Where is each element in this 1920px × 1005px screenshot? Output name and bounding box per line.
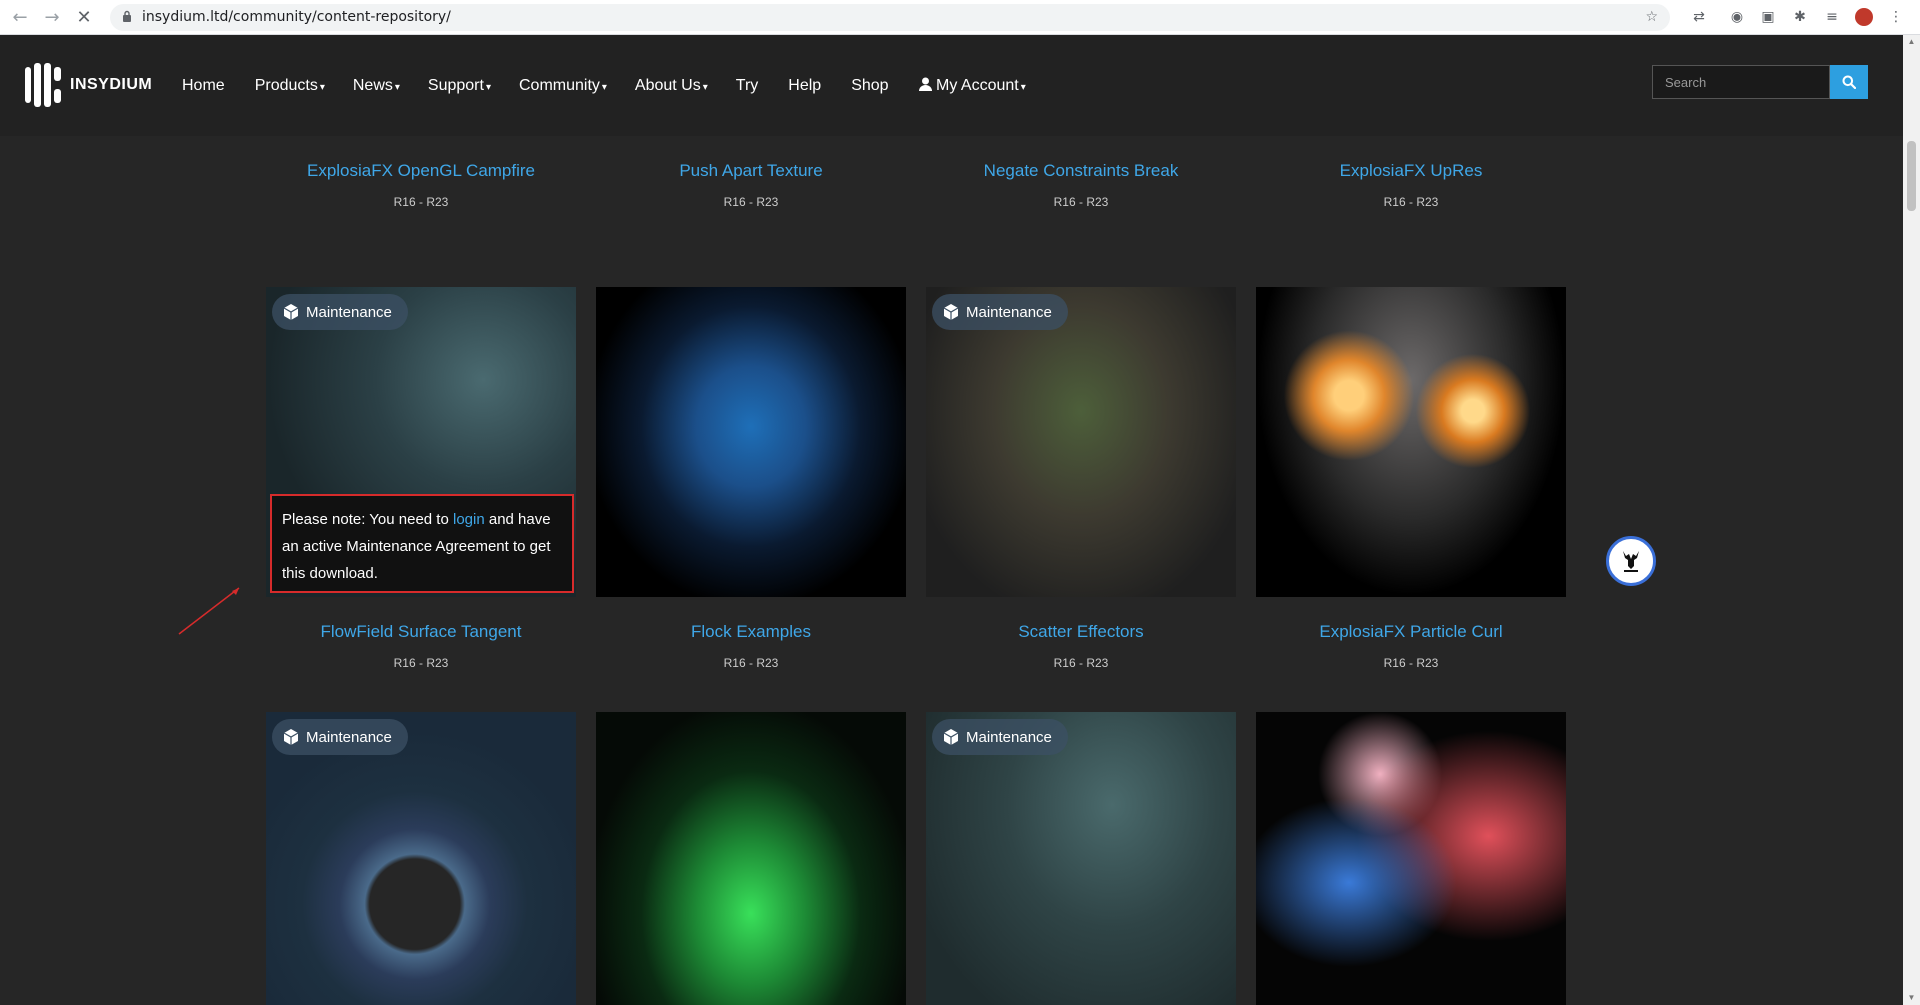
maintenance-badge-label: Maintenance — [966, 728, 1052, 746]
card-version: R16 - R23 — [1383, 195, 1439, 209]
globe-icon[interactable]: ◉ — [1728, 8, 1746, 26]
card-version: R16 - R23 — [1383, 656, 1439, 670]
scroll-down-arrow-icon[interactable]: ▼ — [1907, 993, 1916, 1002]
card-thumbnail[interactable] — [596, 287, 906, 597]
extension-icon[interactable]: ⇄ — [1690, 8, 1708, 26]
nav-support[interactable]: Support ▾ — [428, 77, 491, 95]
site-header: INSYDIUM Home Products ▾ News ▾ Support ▾ C… — [0, 35, 1903, 136]
floating-helper-button[interactable] — [1606, 536, 1656, 586]
nav-try[interactable]: Try — [736, 77, 761, 95]
extension-icon[interactable]: ▣ — [1759, 8, 1777, 26]
card-thumbnail[interactable]: Maintenance — [926, 712, 1236, 1005]
back-arrow-icon[interactable]: ← — [8, 6, 32, 30]
browser-toolbar: ← → ✕ insydium.ltd/community/content-rep… — [0, 0, 1920, 35]
maintenance-login-note: Please note: You need to login and have … — [270, 494, 574, 593]
nav-products[interactable]: Products ▾ — [255, 77, 325, 95]
user-icon — [918, 77, 932, 91]
card-title-link[interactable]: Push Apart Texture — [596, 161, 906, 181]
maintenance-badge-label: Maintenance — [966, 303, 1052, 321]
card-title-link[interactable]: Flock Examples — [596, 622, 906, 642]
card-thumbnail[interactable]: Maintenance — [266, 712, 576, 1005]
annotation-arrow-icon — [178, 587, 240, 635]
card-title-link[interactable]: FlowField Surface Tangent — [266, 622, 576, 642]
forward-arrow-icon[interactable]: → — [40, 6, 64, 30]
maintenance-badge: Maintenance — [932, 719, 1068, 755]
site-search — [1652, 65, 1868, 99]
maintenance-badge: Maintenance — [272, 719, 408, 755]
search-input[interactable] — [1652, 65, 1830, 99]
card-thumbnail[interactable] — [596, 712, 906, 1005]
maintenance-badge: Maintenance — [272, 294, 408, 330]
card-thumbnail[interactable] — [1256, 712, 1566, 1005]
scroll-thumb[interactable] — [1907, 141, 1916, 211]
nav-community[interactable]: Community ▾ — [519, 77, 607, 95]
page-scrollbar[interactable]: ▲ ▼ — [1903, 35, 1920, 1005]
deer-logo-icon — [1615, 545, 1647, 577]
card-title-link[interactable]: Scatter Effectors — [926, 622, 1236, 642]
reading-list-icon[interactable]: ≡ — [1823, 8, 1841, 26]
card-title-link[interactable]: ExplosiaFX Particle Curl — [1256, 622, 1566, 642]
stop-loading-icon[interactable]: ✕ — [72, 6, 96, 30]
nav-about-us[interactable]: About Us ▾ — [635, 77, 708, 95]
card-version: R16 - R23 — [393, 656, 449, 670]
cube-icon — [283, 304, 299, 320]
note-text: Please note: You need to — [282, 511, 453, 528]
search-icon — [1842, 75, 1856, 89]
card-title-link[interactable]: ExplosiaFX OpenGL Campfire — [266, 161, 576, 181]
nav-my-account[interactable]: My Account ▾ — [918, 77, 1026, 95]
puzzle-icon[interactable]: ✱ — [1791, 8, 1809, 26]
cube-icon — [943, 304, 959, 320]
card-version: R16 - R23 — [723, 656, 779, 670]
menu-kebab-icon[interactable]: ⋮ — [1887, 8, 1905, 26]
cube-icon — [283, 729, 299, 745]
main-nav: Home Products ▾ News ▾ Support ▾ Community ▾… — [182, 35, 1054, 136]
maintenance-badge: Maintenance — [932, 294, 1068, 330]
nav-shop[interactable]: Shop — [851, 77, 890, 95]
maintenance-badge-label: Maintenance — [306, 303, 392, 321]
nav-home[interactable]: Home — [182, 77, 227, 95]
card-title-link[interactable]: ExplosiaFX UpRes — [1256, 161, 1566, 181]
login-link[interactable]: login — [453, 511, 485, 528]
lock-icon — [123, 10, 131, 22]
maintenance-badge-label: Maintenance — [306, 728, 392, 746]
search-button[interactable] — [1830, 65, 1868, 99]
profile-avatar-icon[interactable] — [1855, 8, 1873, 26]
card-version: R16 - R23 — [723, 195, 779, 209]
card-version: R16 - R23 — [1053, 195, 1109, 209]
bookmark-star-icon[interactable]: ☆ — [1645, 9, 1658, 25]
card-thumbnail[interactable] — [1256, 287, 1566, 597]
insydium-logo[interactable]: INSYDIUM — [25, 63, 152, 107]
logo-text: INSYDIUM — [70, 76, 153, 93]
insydium-logo-mark — [25, 63, 61, 107]
url-text: insydium.ltd/community/content-repositor… — [142, 9, 451, 25]
card-thumbnail[interactable]: Maintenance — [926, 287, 1236, 597]
nav-news[interactable]: News ▾ — [353, 77, 400, 95]
scroll-up-arrow-icon[interactable]: ▲ — [1907, 37, 1916, 46]
card-version: R16 - R23 — [393, 195, 449, 209]
cube-icon — [943, 729, 959, 745]
card-title-link[interactable]: Negate Constraints Break — [926, 161, 1236, 181]
nav-help[interactable]: Help — [788, 77, 823, 95]
address-bar[interactable]: insydium.ltd/community/content-repositor… — [110, 4, 1670, 31]
card-version: R16 - R23 — [1053, 656, 1109, 670]
